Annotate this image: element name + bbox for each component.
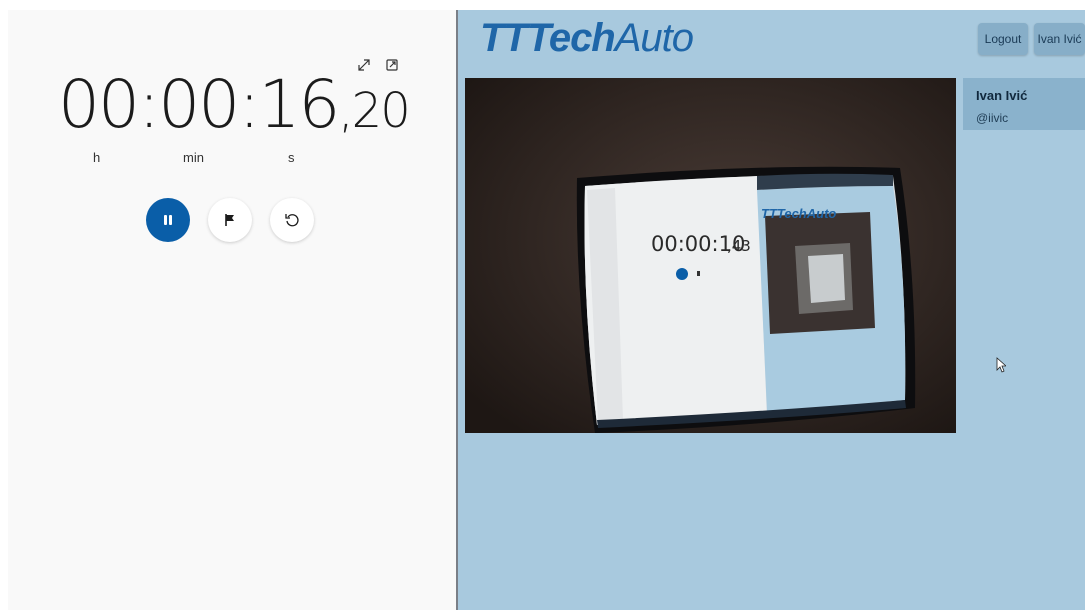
logo-bold-part: TTTech (480, 16, 616, 60)
profile-name: Ivan Ivić (976, 88, 1028, 103)
stopwatch-top-icons (357, 58, 399, 72)
logo-light-part: Auto (614, 16, 694, 60)
expand-icon[interactable] (357, 58, 371, 72)
elapsed-time-display: 00:00:16 ,20 (58, 66, 411, 162)
pause-icon (164, 215, 172, 225)
elapsed-time-main: 00:00:16 (58, 66, 340, 143)
logout-button[interactable]: Logout (978, 23, 1028, 55)
keep-on-top-icon[interactable] (385, 58, 399, 72)
pause-button[interactable] (146, 198, 190, 242)
stopwatch-controls (146, 198, 314, 242)
flag-icon (225, 214, 234, 226)
inner-logo-text: TTTechAuto (761, 206, 836, 221)
video-frame: 00:00:10 ,43 TTTechAuto (465, 78, 956, 433)
inner-stopwatch-fraction: ,43 (727, 237, 751, 255)
reset-icon (285, 214, 299, 227)
stopwatch-window: 00:00:16 ,20 h min s (8, 10, 457, 610)
seconds-unit-label: s (288, 150, 295, 165)
camera-video-feed: 00:00:10 ,43 TTTechAuto (465, 78, 956, 433)
minutes-unit-label: min (183, 150, 204, 165)
user-profile-card: Ivan Ivić @iivic (963, 78, 1085, 130)
mouse-cursor-icon (996, 357, 1006, 373)
web-app-window: TTTechAuto Logout Ivan Ivić 00:00:10 ,43… (458, 10, 1085, 610)
reset-button[interactable] (270, 198, 314, 242)
profile-handle: @iivic (976, 111, 1009, 125)
elapsed-time-fraction: ,20 (338, 83, 410, 139)
brand-logo: TTTechAuto (480, 16, 694, 60)
lap-button[interactable] (208, 198, 252, 242)
hours-unit-label: h (93, 150, 101, 165)
user-menu-button[interactable]: Ivan Ivić (1034, 23, 1085, 55)
